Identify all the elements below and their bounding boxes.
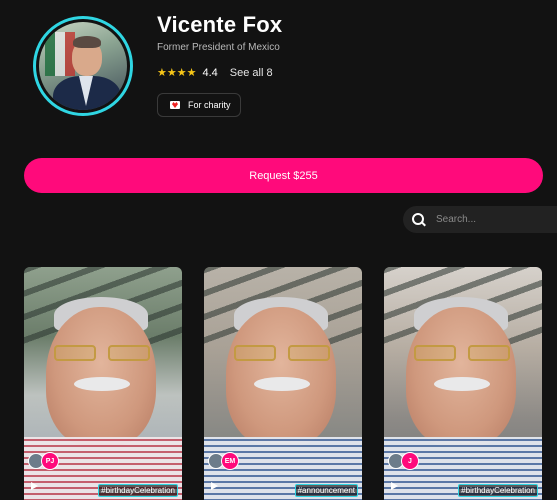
play-icon[interactable] [211, 482, 218, 490]
requester-initials: J [401, 452, 419, 470]
charity-badge[interactable]: For charity [157, 93, 241, 117]
rating-row: ★★★★ 4.4 See all 8 [157, 66, 273, 80]
charity-heart-icon [170, 101, 180, 109]
mustache-shape [74, 377, 130, 391]
search-input[interactable] [434, 213, 548, 226]
play-icon[interactable] [391, 482, 398, 490]
rating-value: 4.4 [202, 66, 218, 79]
glasses-shape [54, 345, 150, 363]
requester-initials: PJ [41, 452, 59, 470]
search-bar[interactable] [403, 206, 557, 233]
glasses-shape [414, 345, 510, 363]
profile-avatar-ring [33, 16, 133, 116]
play-icon[interactable] [31, 482, 38, 490]
video-tag[interactable]: #announcement [294, 484, 358, 497]
mustache-shape [254, 377, 310, 391]
search-icon [411, 212, 427, 228]
profile-avatar [39, 22, 127, 110]
glasses-shape [234, 345, 330, 363]
rating-stars-icon: ★★★★ [157, 67, 197, 79]
see-all-reviews-link[interactable]: See all 8 [230, 67, 273, 79]
video-card[interactable]: PJ #birthdayCelebration [24, 267, 182, 500]
requester-badge: J [388, 452, 419, 470]
video-card[interactable]: J #birthdayCelebration [384, 267, 542, 500]
mustache-shape [434, 377, 490, 391]
profile-name: Vicente Fox [157, 12, 283, 37]
requester-initials: EM [221, 452, 239, 470]
video-tag[interactable]: #birthdayCelebration [98, 484, 178, 497]
requester-badge: PJ [28, 452, 59, 470]
avatar-hair [73, 36, 101, 48]
requester-badge: EM [208, 452, 239, 470]
charity-label: For charity [188, 100, 231, 110]
flag-decoration [45, 32, 75, 76]
request-button[interactable]: Request $255 [24, 158, 543, 193]
profile-subtitle: Former President of Mexico [157, 42, 280, 53]
video-card[interactable]: EM #announcement [204, 267, 362, 500]
video-tag[interactable]: #birthdayCelebration [458, 484, 538, 497]
